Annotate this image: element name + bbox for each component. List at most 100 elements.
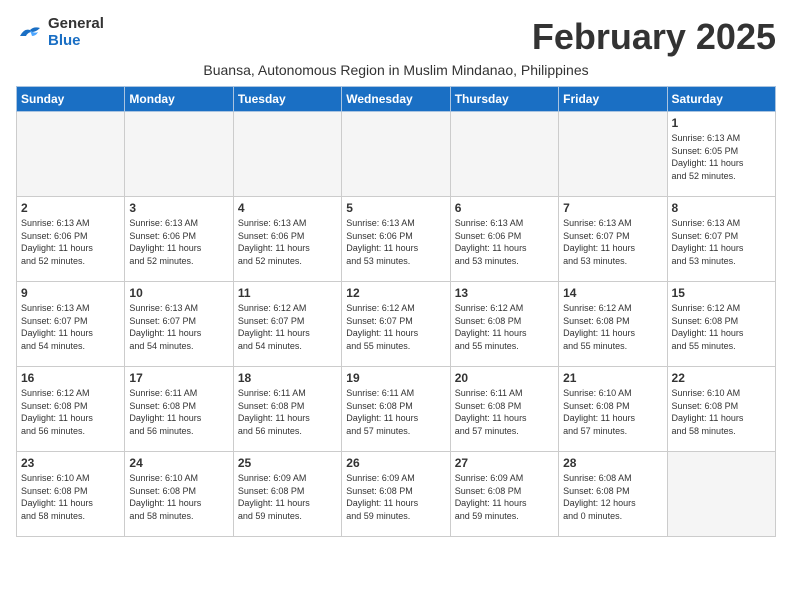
day-info: Sunrise: 6:10 AM Sunset: 6:08 PM Dayligh… [563, 387, 662, 437]
day-number: 28 [563, 456, 662, 470]
week-row-4: 16 Sunrise: 6:12 AM Sunset: 6:08 PM Dayli… [17, 367, 776, 452]
calendar-cell [233, 112, 341, 197]
week-row-5: 23 Sunrise: 6:10 AM Sunset: 6:08 PM Dayli… [17, 452, 776, 537]
day-info: Sunrise: 6:13 AM Sunset: 6:05 PM Dayligh… [672, 132, 771, 182]
day-info: Sunrise: 6:09 AM Sunset: 6:08 PM Dayligh… [238, 472, 337, 522]
col-header-monday: Monday [125, 87, 233, 112]
calendar-header-row: SundayMondayTuesdayWednesdayThursdayFrid… [17, 87, 776, 112]
day-info: Sunrise: 6:12 AM Sunset: 6:07 PM Dayligh… [238, 302, 337, 352]
day-info: Sunrise: 6:12 AM Sunset: 6:08 PM Dayligh… [672, 302, 771, 352]
day-info: Sunrise: 6:11 AM Sunset: 6:08 PM Dayligh… [129, 387, 228, 437]
calendar-cell: 23 Sunrise: 6:10 AM Sunset: 6:08 PM Dayli… [17, 452, 125, 537]
logo-blue: Blue [48, 33, 104, 50]
calendar-cell: 17 Sunrise: 6:11 AM Sunset: 6:08 PM Dayli… [125, 367, 233, 452]
calendar-cell: 18Sunrise: 6:11 AM Sunset: 6:08 PM Dayli… [233, 367, 341, 452]
day-info: Sunrise: 6:12 AM Sunset: 6:07 PM Dayligh… [346, 302, 445, 352]
day-info: Sunrise: 6:09 AM Sunset: 6:08 PM Dayligh… [455, 472, 554, 522]
logo: General Blue [16, 16, 104, 49]
day-info: Sunrise: 6:13 AM Sunset: 6:06 PM Dayligh… [238, 217, 337, 267]
header: General Blue February 2025 [16, 16, 776, 58]
day-number: 16 [21, 371, 120, 385]
day-info: Sunrise: 6:12 AM Sunset: 6:08 PM Dayligh… [563, 302, 662, 352]
day-number: 25 [238, 456, 337, 470]
day-info: Sunrise: 6:13 AM Sunset: 6:07 PM Dayligh… [21, 302, 120, 352]
day-info: Sunrise: 6:10 AM Sunset: 6:08 PM Dayligh… [129, 472, 228, 522]
day-info: Sunrise: 6:09 AM Sunset: 6:08 PM Dayligh… [346, 472, 445, 522]
subtitle: Buansa, Autonomous Region in Muslim Mind… [16, 62, 776, 78]
calendar-cell: 21 Sunrise: 6:10 AM Sunset: 6:08 PM Dayli… [559, 367, 667, 452]
calendar-cell [450, 112, 558, 197]
day-number: 2 [21, 201, 120, 215]
day-number: 15 [672, 286, 771, 300]
calendar-cell: 3Sunrise: 6:13 AM Sunset: 6:06 PM Daylig… [125, 197, 233, 282]
day-number: 4 [238, 201, 337, 215]
calendar-cell: 5 Sunrise: 6:13 AM Sunset: 6:06 PM Daylig… [342, 197, 450, 282]
day-number: 14 [563, 286, 662, 300]
calendar-cell: 16 Sunrise: 6:12 AM Sunset: 6:08 PM Dayli… [17, 367, 125, 452]
day-number: 13 [455, 286, 554, 300]
day-info: Sunrise: 6:13 AM Sunset: 6:07 PM Dayligh… [563, 217, 662, 267]
calendar-cell [125, 112, 233, 197]
day-info: Sunrise: 6:13 AM Sunset: 6:06 PM Dayligh… [455, 217, 554, 267]
day-number: 24 [129, 456, 228, 470]
calendar-cell: 7 Sunrise: 6:13 AM Sunset: 6:07 PM Daylig… [559, 197, 667, 282]
calendar-cell: 10 Sunrise: 6:13 AM Sunset: 6:07 PM Dayli… [125, 282, 233, 367]
day-number: 11 [238, 286, 337, 300]
day-number: 10 [129, 286, 228, 300]
week-row-2: 2 Sunrise: 6:13 AM Sunset: 6:06 PM Daylig… [17, 197, 776, 282]
day-info: Sunrise: 6:12 AM Sunset: 6:08 PM Dayligh… [455, 302, 554, 352]
day-info: Sunrise: 6:08 AM Sunset: 6:08 PM Dayligh… [563, 472, 662, 522]
col-header-tuesday: Tuesday [233, 87, 341, 112]
month-title: February 2025 [532, 16, 776, 58]
col-header-thursday: Thursday [450, 87, 558, 112]
calendar-cell: 11 Sunrise: 6:12 AM Sunset: 6:07 PM Dayli… [233, 282, 341, 367]
day-info: Sunrise: 6:10 AM Sunset: 6:08 PM Dayligh… [21, 472, 120, 522]
calendar-cell: 22Sunrise: 6:10 AM Sunset: 6:08 PM Dayli… [667, 367, 775, 452]
week-row-1: 1 Sunrise: 6:13 AM Sunset: 6:05 PM Daylig… [17, 112, 776, 197]
day-info: Sunrise: 6:11 AM Sunset: 6:08 PM Dayligh… [455, 387, 554, 437]
calendar-cell: 9 Sunrise: 6:13 AM Sunset: 6:07 PM Daylig… [17, 282, 125, 367]
day-number: 22 [672, 371, 771, 385]
calendar-cell: 1 Sunrise: 6:13 AM Sunset: 6:05 PM Daylig… [667, 112, 775, 197]
calendar-cell: 2 Sunrise: 6:13 AM Sunset: 6:06 PM Daylig… [17, 197, 125, 282]
col-header-friday: Friday [559, 87, 667, 112]
calendar-cell [342, 112, 450, 197]
calendar-cell [17, 112, 125, 197]
week-row-3: 9 Sunrise: 6:13 AM Sunset: 6:07 PM Daylig… [17, 282, 776, 367]
day-number: 12 [346, 286, 445, 300]
day-number: 23 [21, 456, 120, 470]
calendar-cell: 28 Sunrise: 6:08 AM Sunset: 6:08 PM Dayli… [559, 452, 667, 537]
calendar-cell: 12 Sunrise: 6:12 AM Sunset: 6:07 PM Dayli… [342, 282, 450, 367]
day-number: 7 [563, 201, 662, 215]
day-number: 5 [346, 201, 445, 215]
day-info: Sunrise: 6:13 AM Sunset: 6:06 PM Dayligh… [346, 217, 445, 267]
day-number: 21 [563, 371, 662, 385]
day-info: Sunrise: 6:13 AM Sunset: 6:06 PM Dayligh… [21, 217, 120, 267]
day-number: 17 [129, 371, 228, 385]
day-number: 20 [455, 371, 554, 385]
calendar-table: SundayMondayTuesdayWednesdayThursdayFrid… [16, 86, 776, 537]
day-number: 19 [346, 371, 445, 385]
col-header-saturday: Saturday [667, 87, 775, 112]
day-number: 18 [238, 371, 337, 385]
calendar-cell: 8 Sunrise: 6:13 AM Sunset: 6:07 PM Daylig… [667, 197, 775, 282]
calendar-cell: 24 Sunrise: 6:10 AM Sunset: 6:08 PM Dayli… [125, 452, 233, 537]
day-number: 6 [455, 201, 554, 215]
day-info: Sunrise: 6:13 AM Sunset: 6:07 PM Dayligh… [672, 217, 771, 267]
col-header-sunday: Sunday [17, 87, 125, 112]
day-info: Sunrise: 6:11 AM Sunset: 6:08 PM Dayligh… [346, 387, 445, 437]
day-number: 27 [455, 456, 554, 470]
day-number: 8 [672, 201, 771, 215]
calendar-cell: 15 Sunrise: 6:12 AM Sunset: 6:08 PM Dayli… [667, 282, 775, 367]
calendar-cell: 14 Sunrise: 6:12 AM Sunset: 6:08 PM Dayli… [559, 282, 667, 367]
day-info: Sunrise: 6:13 AM Sunset: 6:06 PM Dayligh… [129, 217, 228, 267]
calendar-cell: 27 Sunrise: 6:09 AM Sunset: 6:08 PM Dayli… [450, 452, 558, 537]
day-info: Sunrise: 6:12 AM Sunset: 6:08 PM Dayligh… [21, 387, 120, 437]
logo-icon [16, 22, 44, 44]
day-info: Sunrise: 6:13 AM Sunset: 6:07 PM Dayligh… [129, 302, 228, 352]
calendar-cell [667, 452, 775, 537]
day-number: 1 [672, 116, 771, 130]
day-number: 26 [346, 456, 445, 470]
calendar-cell: 26 Sunrise: 6:09 AM Sunset: 6:08 PM Dayli… [342, 452, 450, 537]
day-number: 9 [21, 286, 120, 300]
